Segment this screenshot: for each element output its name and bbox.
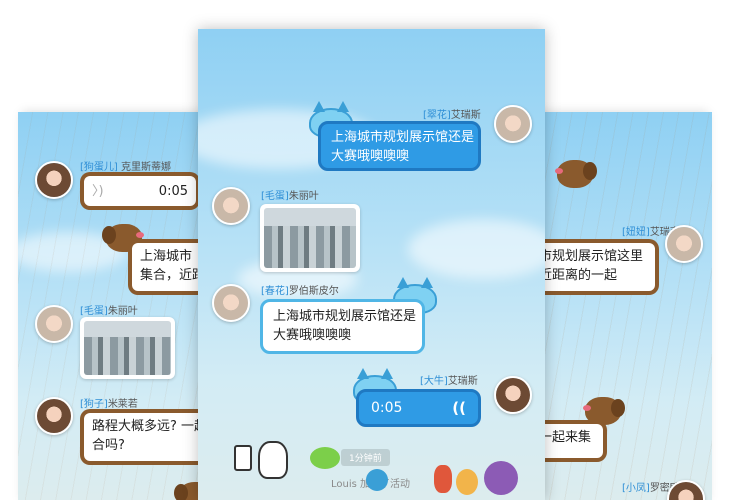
left-chat-screen: [狗蛋儿] 克里斯蒂娜 〉) 0:05 上海城市 集合，近距 [毛蛋]朱丽叶 […: [18, 112, 208, 500]
message-text: 市规划展示馆这里 近距离的一起: [531, 243, 655, 291]
message-bubble[interactable]: 上海城市 集合，近距: [128, 239, 208, 295]
avatar[interactable]: [494, 376, 532, 414]
sender-name: [春花]罗伯斯皮尔: [261, 286, 339, 297]
center-chat-screen: [翠花]艾瑞斯 上海城市规划展示馆还是 大赛哦噢噢噢 [毛蛋]朱丽叶 [春花]罗…: [198, 29, 545, 500]
avatar[interactable]: [494, 105, 532, 143]
blue-character-icon: [366, 469, 388, 491]
message-text: 上海城市规划展示馆还是 大赛哦噢噢噢: [273, 309, 417, 343]
voice-duration: 0:05: [371, 399, 403, 416]
timestamp: 1分钟前: [341, 449, 390, 466]
phone-character-icon: [234, 445, 252, 471]
avatar[interactable]: [212, 284, 250, 322]
sender-name: [毛蛋]朱丽叶: [261, 191, 319, 202]
avatar[interactable]: [212, 187, 250, 225]
avatar[interactable]: [35, 397, 73, 435]
mascot-figure-icon: [258, 441, 288, 479]
message-bubble[interactable]: 路程大概多远? 一起 合吗?: [80, 409, 208, 465]
sender-name: [大牛]艾瑞斯: [420, 376, 478, 387]
building-photo: [84, 321, 171, 375]
message-bubble[interactable]: 市规划展示馆这里 近距离的一起: [527, 239, 659, 295]
bear-character-icon: [456, 469, 478, 495]
message-text: 上海城市 集合，近距: [132, 243, 208, 291]
voice-duration: 0:05: [158, 183, 188, 199]
red-character-icon: [434, 465, 452, 493]
right-chat-screen: [妞妞]艾瑞克 市规划展示馆这里 近距离的一起 一起来集 [小凤]罗密欧: [527, 112, 712, 500]
message-bubble[interactable]: 上海城市规划展示馆还是 大赛哦噢噢噢: [260, 299, 425, 354]
sound-wave-icon: ((: [452, 398, 466, 417]
building-photo: [264, 208, 356, 268]
avatar[interactable]: [665, 225, 703, 263]
avatar[interactable]: [35, 305, 73, 343]
message-text: 路程大概多远? 一起 合吗?: [84, 413, 208, 461]
voice-message[interactable]: 0:05 ((: [356, 389, 481, 427]
image-message[interactable]: [260, 204, 360, 272]
sound-wave-icon: 〉): [92, 183, 104, 199]
green-monster-icon: [310, 447, 340, 469]
message-bubble[interactable]: 上海城市规划展示馆还是 大赛哦噢噢噢: [318, 121, 481, 171]
sender-name: [狗蛋儿] 克里斯蒂娜: [80, 162, 171, 173]
sender-name: [翠花]艾瑞斯: [423, 110, 481, 121]
sender-name: [狗子]米莱若: [80, 399, 138, 410]
avatar[interactable]: [35, 161, 73, 199]
dog-decoration-icon: [557, 160, 593, 188]
voice-message[interactable]: 〉) 0:05: [80, 172, 200, 210]
message-text: 上海城市规划展示馆还是 大赛哦噢噢噢: [331, 130, 475, 164]
purple-monster-icon: [484, 461, 518, 495]
image-message[interactable]: [80, 317, 175, 379]
sender-name: [毛蛋]朱丽叶: [80, 306, 138, 317]
